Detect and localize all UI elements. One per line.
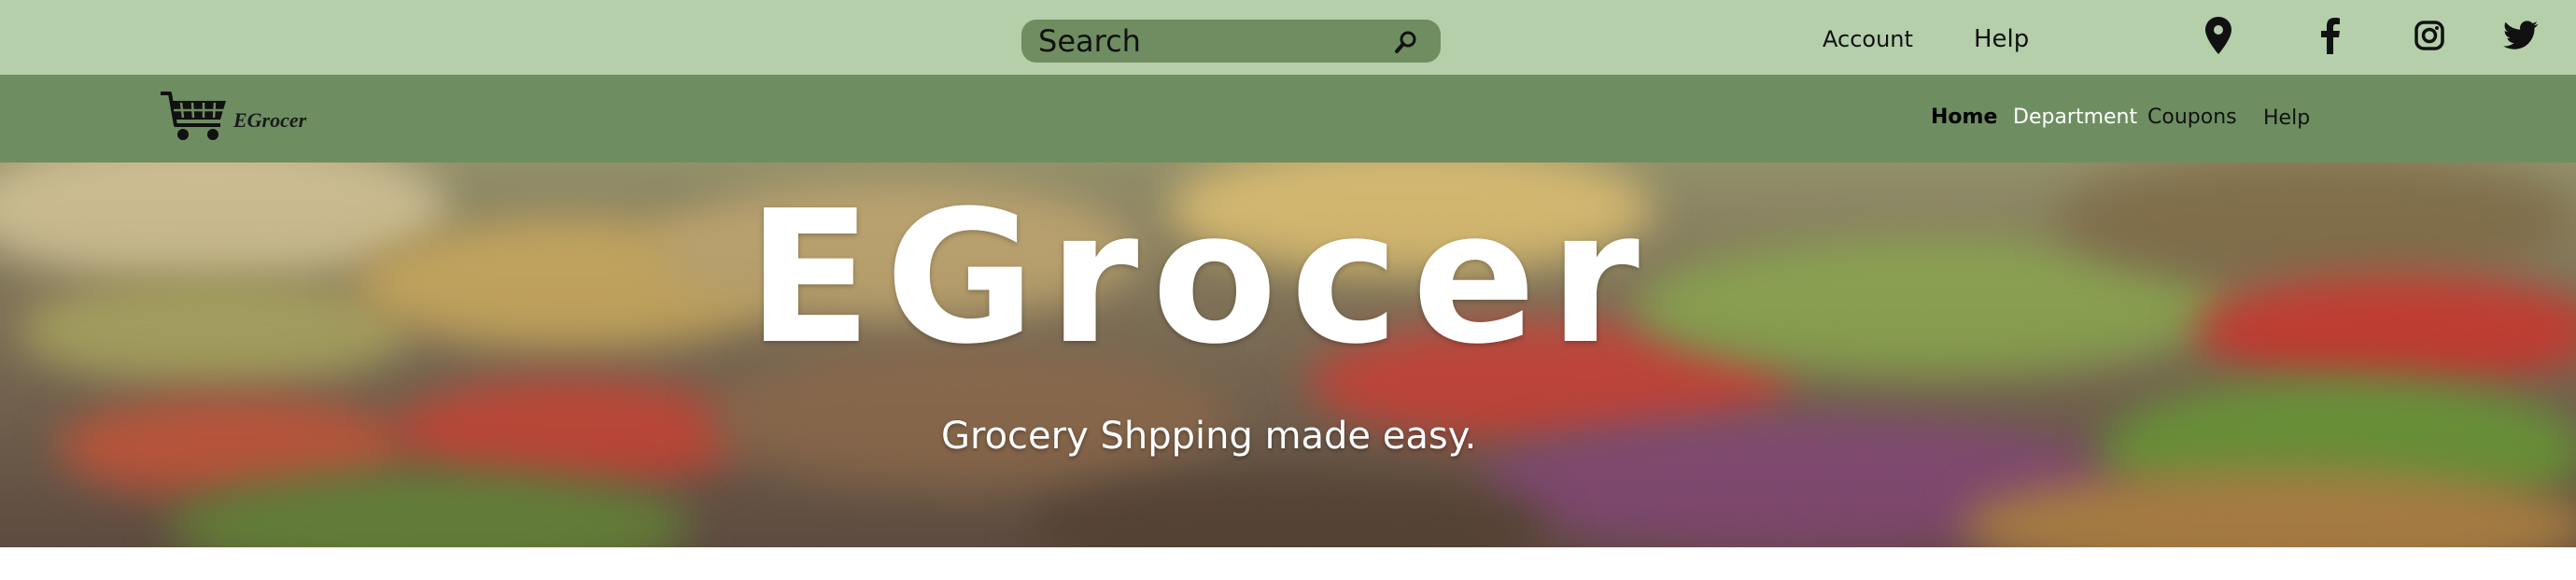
twitter-icon[interactable] bbox=[2500, 15, 2541, 56]
search-icon[interactable] bbox=[1392, 28, 1420, 56]
facebook-icon[interactable] bbox=[2310, 15, 2351, 56]
search-input[interactable] bbox=[1038, 23, 1374, 59]
location-pin-icon[interactable] bbox=[2198, 15, 2239, 56]
hero-subtitle: Grocery Shpping made easy. bbox=[941, 415, 1477, 458]
top-help-link[interactable]: Help bbox=[1974, 25, 2029, 53]
shopping-cart-icon bbox=[161, 92, 226, 140]
nav-department[interactable]: Department bbox=[2013, 106, 2137, 129]
hero-banner: EGrocer Grocery Shpping made easy. bbox=[0, 163, 2576, 547]
logo-text: EGrocer bbox=[233, 108, 307, 132]
top-utility-bar: Account Help bbox=[0, 0, 2576, 75]
nav-home[interactable]: Home bbox=[1931, 106, 1997, 129]
search-bar bbox=[1021, 20, 1441, 63]
account-link[interactable]: Account bbox=[1823, 26, 1913, 52]
nav-coupons[interactable]: Coupons bbox=[2147, 106, 2237, 129]
instagram-icon[interactable] bbox=[2409, 15, 2450, 56]
hero-title: EGrocer bbox=[747, 172, 1653, 385]
nav-help[interactable]: Help bbox=[2263, 106, 2310, 130]
egrocer-logo[interactable]: EGrocer bbox=[159, 90, 308, 146]
